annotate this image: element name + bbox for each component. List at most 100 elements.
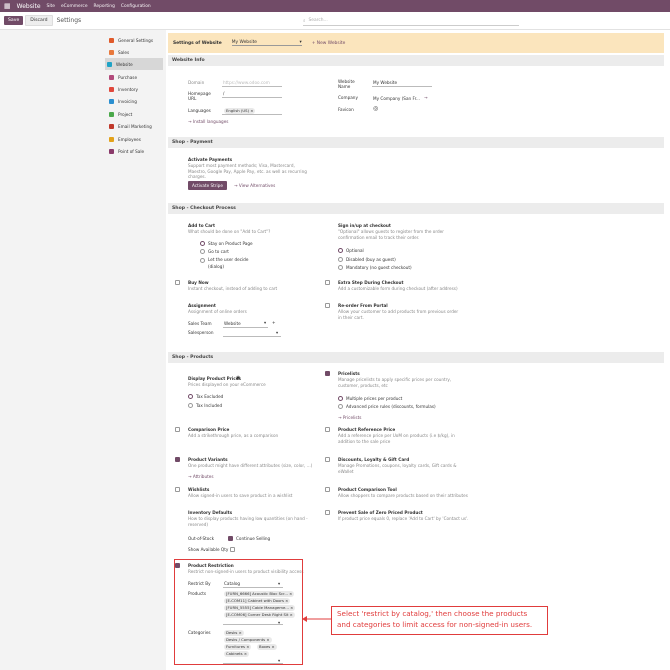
- employees-icon: [109, 136, 114, 142]
- comparison-tool-checkbox[interactable]: [325, 487, 330, 492]
- extra-step-description: Add a customizable form during checkout …: [338, 286, 458, 291]
- option-disabled: Disabled (buy as guest): [346, 257, 396, 262]
- option-tax-excluded: Tax Excluded: [196, 394, 224, 399]
- company-external-link-icon[interactable]: →: [424, 95, 428, 100]
- wishlists-checkbox[interactable]: [175, 487, 180, 492]
- point-of-sale-icon: [109, 148, 114, 154]
- radio-tax-excluded[interactable]: [188, 394, 193, 399]
- extra-step-checkbox[interactable]: [325, 280, 330, 285]
- zero-price-checkbox[interactable]: [325, 510, 330, 515]
- product-variants-checkbox[interactable]: [175, 457, 180, 462]
- continue-selling-label: Continue Selling: [236, 536, 271, 541]
- sales-team-caret-icon[interactable]: ▾: [264, 320, 266, 325]
- menu-ecommerce[interactable]: eCommerce: [61, 4, 88, 9]
- signin-label: Sign in/up at checkout: [338, 223, 391, 228]
- project-icon: [109, 111, 114, 117]
- website-select[interactable]: My Website ▾: [231, 40, 302, 46]
- pricelists-description: Manage pricelists to apply specific pric…: [338, 377, 452, 388]
- sales-team-add-icon[interactable]: +: [272, 320, 276, 325]
- website-selector-bar: Settings of Website My Website ▾ + New We…: [168, 33, 664, 53]
- sidebar-item-inventory[interactable]: Inventory: [107, 83, 164, 95]
- sidebar-item-project[interactable]: Project: [107, 108, 164, 120]
- show-qty-label: Show Available Qty: [188, 547, 229, 552]
- favicon-image[interactable]: ◎: [373, 105, 378, 112]
- sidebar-item-purchase[interactable]: Purchase: [107, 71, 164, 83]
- sidebar-item-employees[interactable]: Employees: [107, 133, 164, 145]
- radio-go-to-cart[interactable]: [200, 249, 205, 254]
- buy-now-label: Buy Now: [188, 280, 209, 285]
- callout-annotation: Select 'restrict by catalog,' then choos…: [331, 606, 548, 635]
- new-website-link[interactable]: + New Website: [312, 41, 346, 46]
- menu-configuration[interactable]: Configuration: [121, 4, 151, 9]
- homepage-label: Homepage URL: [188, 91, 211, 101]
- callout-arrow: [302, 616, 331, 622]
- discounts-description: Manage Promotions, coupons, loyalty card…: [338, 463, 457, 474]
- discounts-checkbox[interactable]: [325, 457, 330, 462]
- install-languages-link[interactable]: → Install languages: [188, 119, 228, 124]
- view-alternatives-link[interactable]: → View Alternatives: [234, 183, 275, 188]
- settings-of-website-label: Settings of Website: [173, 40, 222, 46]
- reference-price-checkbox[interactable]: [325, 427, 330, 432]
- app-name[interactable]: Website: [17, 3, 41, 10]
- inventory-defaults-description: How to display products having low quant…: [188, 516, 308, 527]
- settings-sidebar: General Settings Sales Website Purchase …: [0, 30, 166, 670]
- pricelists-link[interactable]: → Pricelists: [338, 415, 361, 420]
- app-grid-icon[interactable]: ▦: [4, 2, 11, 10]
- reference-price-description: Add a reference price per UoM on product…: [338, 433, 455, 444]
- website-name-label: Website Name: [338, 79, 355, 89]
- product-variants-description: One product might have different attribu…: [188, 463, 313, 468]
- sidebar-item-website[interactable]: Website: [105, 58, 163, 70]
- sidebar-item-email-marketing[interactable]: Email Marketing: [107, 120, 164, 132]
- show-qty-checkbox[interactable]: [230, 547, 235, 552]
- email-marketing-icon: [109, 123, 114, 129]
- inventory-defaults-label: Inventory Defaults: [188, 510, 233, 515]
- sidebar-item-general-settings[interactable]: General Settings: [107, 34, 164, 46]
- favicon-label: Favicon: [338, 107, 354, 112]
- homepage-underline: [222, 91, 282, 98]
- radio-multiple-prices[interactable]: [338, 396, 343, 401]
- radio-let-user-decide[interactable]: [200, 258, 205, 263]
- salesperson-caret-icon[interactable]: ▾: [276, 330, 278, 335]
- sales-team-underline: [223, 321, 268, 328]
- company-input[interactable]: My Company (San Fr...: [373, 96, 420, 101]
- radio-mandatory[interactable]: [338, 265, 343, 270]
- option-mandatory: Mandatory (no guest checkout): [346, 265, 412, 270]
- sales-team-label: Sales Team: [188, 321, 212, 326]
- attributes-link[interactable]: → Attributes: [188, 474, 214, 479]
- radio-advanced-price-rules[interactable]: [338, 404, 343, 409]
- purchase-icon: [109, 74, 114, 80]
- reorder-checkbox[interactable]: [325, 303, 330, 308]
- salesperson-select[interactable]: [223, 330, 281, 337]
- discard-button[interactable]: Discard: [25, 15, 53, 26]
- pricelists-checkbox[interactable]: [325, 371, 330, 376]
- menu-reporting[interactable]: Reporting: [94, 4, 115, 9]
- salesperson-label: Salesperson: [188, 330, 214, 335]
- caret-down-icon: ▾: [299, 40, 302, 45]
- search-input[interactable]: ⌕ Search...: [303, 16, 519, 26]
- radio-stay-on-product-page[interactable]: [200, 241, 205, 246]
- sidebar-item-invoicing[interactable]: Invoicing: [107, 95, 164, 107]
- invoicing-icon: [109, 98, 114, 104]
- section-website-info: Website Info: [168, 55, 664, 66]
- radio-optional[interactable]: [338, 248, 343, 253]
- add-to-cart-label: Add to Cart: [188, 223, 215, 228]
- buy-now-checkbox[interactable]: [175, 280, 180, 285]
- option-let-user-decide: Let the user decide: [208, 257, 249, 262]
- section-shop-payment: Shop - Payment: [168, 137, 664, 148]
- website-icon: [107, 61, 112, 67]
- activate-stripe-button[interactable]: Activate Stripe: [188, 181, 227, 190]
- comparison-price-checkbox[interactable]: [175, 427, 180, 432]
- continue-selling-checkbox[interactable]: [228, 536, 233, 541]
- radio-tax-included[interactable]: [188, 403, 193, 408]
- menu-site[interactable]: Site: [47, 4, 55, 9]
- section-checkout-process: Shop - Checkout Process: [168, 203, 664, 214]
- reorder-label: Re-order From Portal: [338, 303, 388, 308]
- radio-disabled[interactable]: [338, 257, 343, 262]
- option-go-to-cart: Go to cart: [208, 249, 229, 254]
- save-button[interactable]: Save: [4, 16, 24, 25]
- sidebar-item-point-of-sale[interactable]: Point of Sale: [107, 145, 164, 157]
- assignment-description: Assignment of online orders: [188, 309, 247, 314]
- zero-price-description: If product price equals 0, replace 'Add …: [338, 516, 469, 521]
- sidebar-item-sales[interactable]: Sales: [107, 46, 164, 58]
- comparison-tool-description: Allow shoppers to compare products based…: [338, 493, 468, 498]
